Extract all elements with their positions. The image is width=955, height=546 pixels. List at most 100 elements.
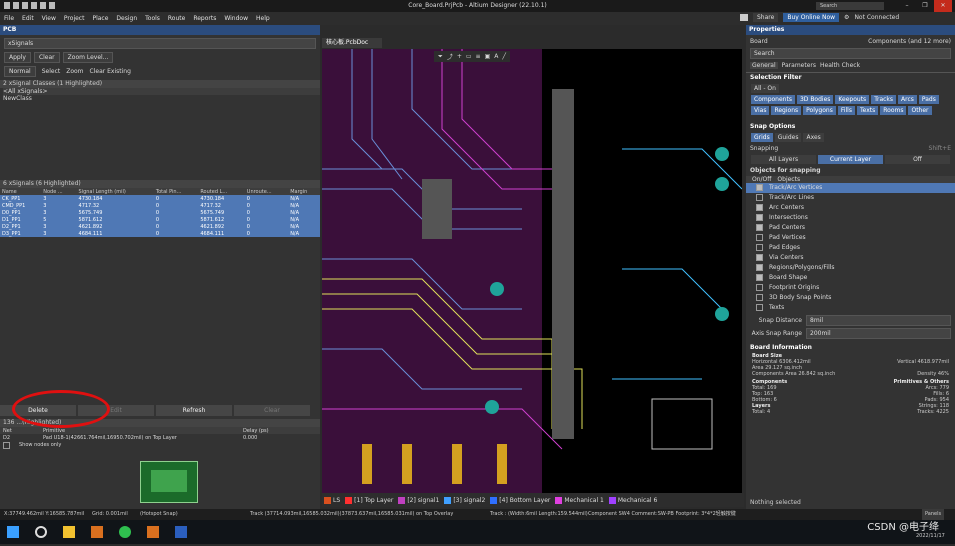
checkbox-icon[interactable] (756, 204, 763, 211)
menu-help[interactable]: Help (256, 15, 270, 22)
layers-total-value[interactable]: 4 (767, 409, 770, 415)
col-routed[interactable]: Routed L... (198, 188, 245, 195)
checkbox-icon[interactable] (756, 214, 763, 221)
filter-chip[interactable]: Regions (771, 106, 802, 115)
col-delay[interactable]: Delay (ps) (243, 428, 269, 434)
clear-existing-checkbox[interactable]: Clear Existing (90, 68, 131, 75)
wechat-icon[interactable] (118, 526, 131, 538)
tab-general[interactable]: General (750, 62, 778, 69)
properties-search-input[interactable]: Search (750, 48, 951, 59)
filter-chip[interactable]: Tracks (871, 95, 897, 104)
snap-object[interactable]: Pad Edges (746, 243, 955, 253)
menu-file[interactable]: File (4, 15, 14, 22)
filter-chip[interactable]: Components (751, 95, 795, 104)
tab-document[interactable]: 核心板.PcbDoc (322, 38, 382, 48)
snap-all-layers[interactable]: All Layers (751, 155, 816, 164)
filter-chip[interactable]: Rooms (880, 106, 907, 115)
add-icon[interactable]: + (457, 53, 462, 60)
notification-icon[interactable] (740, 14, 748, 21)
line-icon[interactable]: ╱ (502, 53, 506, 60)
altium-icon-2[interactable] (146, 526, 159, 538)
snap-tab-axes[interactable]: Axes (803, 133, 824, 142)
snap-object[interactable]: Footprint Origins (746, 283, 955, 293)
filter-chip[interactable]: Polygons (803, 106, 836, 115)
checkbox-icon[interactable] (756, 254, 763, 261)
snap-object[interactable]: Track/Arc Vertices (746, 183, 955, 193)
snap-current-layer[interactable]: Current Layer (818, 155, 883, 164)
col-net[interactable]: Net (0, 428, 43, 434)
table-row[interactable]: D1_PP1 5 5871.612 0 5871.612 0 N/A (0, 216, 320, 223)
snap-object[interactable]: Arc Centers (746, 203, 955, 213)
zoom-level-button[interactable]: Zoom Level... (62, 52, 114, 63)
layer-tab[interactable]: LS (324, 496, 340, 504)
filter-chip[interactable]: Texts (856, 106, 879, 115)
text-icon[interactable]: A (494, 53, 498, 60)
gear-icon[interactable]: ⚙ (844, 14, 849, 21)
menu-tools[interactable]: Tools (145, 15, 160, 22)
axis-snap-input[interactable]: 200mil (806, 328, 951, 339)
maximize-button[interactable]: ❐ (916, 0, 934, 12)
checkbox-icon[interactable] (756, 284, 763, 291)
col-margin[interactable]: Margin (288, 188, 320, 195)
table-row[interactable]: CMD_PP1 3 4717.32 0 4717.32 0 N/A (0, 202, 320, 209)
checkbox-icon[interactable] (756, 294, 763, 301)
align-icon[interactable]: ≡ (476, 53, 481, 60)
snap-object[interactable]: Texts (746, 303, 955, 313)
select-checkbox[interactable]: Select (42, 68, 61, 75)
snap-object[interactable]: Pad Centers (746, 223, 955, 233)
snap-object[interactable]: Intersections (746, 213, 955, 223)
layer-tab[interactable]: [4] Bottom Layer (490, 496, 550, 504)
clear-filter-button[interactable]: Clear (234, 405, 310, 416)
snap-off[interactable]: Off (885, 155, 950, 164)
snap-distance-input[interactable]: 8mil (806, 315, 951, 326)
filter-icon[interactable]: ⏷ (438, 53, 443, 61)
tab-health-check[interactable]: Health Check (820, 62, 860, 69)
class-item[interactable]: NewClass (3, 95, 320, 102)
pcb-canvas[interactable]: ⏷ ⤴ + ▭ ≡ ▣ A ╱ (322, 49, 742, 493)
checkbox-icon[interactable] (3, 441, 10, 449)
checkbox-icon[interactable] (756, 194, 763, 201)
col-primitive[interactable]: Primitive (43, 428, 243, 434)
layer-tab[interactable]: [2] signal1 (398, 496, 439, 504)
close-button[interactable]: ✕ (934, 0, 952, 12)
snap-object[interactable]: Pad Vertices (746, 233, 955, 243)
route-icon[interactable]: ⤴ (447, 52, 453, 61)
show-nodes-only[interactable]: Show nodes only (0, 441, 320, 449)
layer-tab[interactable]: [3] signal2 (444, 496, 485, 504)
menu-place[interactable]: Place (92, 15, 108, 22)
snap-object[interactable]: 3D Body Snap Points (746, 293, 955, 303)
class-item[interactable]: <All xSignals> (3, 88, 320, 95)
mode-dropdown[interactable]: xSignals (4, 38, 316, 49)
snap-object[interactable]: Regions/Polygons/Fills (746, 263, 955, 273)
share-button[interactable]: Share (753, 13, 779, 22)
col-nodes[interactable]: Node ... (41, 188, 77, 195)
menu-reports[interactable]: Reports (193, 15, 216, 22)
select-icon[interactable]: ▭ (466, 53, 472, 60)
col-name[interactable]: Name (0, 188, 42, 195)
layer-tab[interactable]: [1] Top Layer (345, 496, 393, 504)
snap-object[interactable]: Track/Arc Lines (746, 193, 955, 203)
altium-icon[interactable] (90, 526, 103, 538)
primitive-row[interactable]: D2 Pad U18-1(42661.764mil,16950.702mil) … (0, 434, 320, 441)
all-on-button[interactable]: All - On (751, 84, 779, 93)
filter-chip[interactable]: Arcs (898, 95, 917, 104)
menu-design[interactable]: Design (116, 15, 137, 22)
clear-button[interactable]: Clear (33, 52, 60, 63)
checkbox-icon[interactable] (756, 304, 763, 311)
board-thumbnail[interactable] (140, 461, 198, 503)
filter-chip[interactable]: Keepouts (835, 95, 870, 104)
filter-chip[interactable]: Pads (918, 95, 939, 104)
menu-edit[interactable]: Edit (22, 15, 34, 22)
windows-start-icon[interactable] (7, 526, 19, 538)
col-signal-length[interactable]: Signal Length (mil) (76, 188, 154, 195)
title-search-input[interactable]: Search (816, 2, 884, 10)
col-unrouted[interactable]: Unroute... (244, 188, 289, 195)
word-icon[interactable] (174, 526, 187, 538)
filter-chip[interactable]: Fills (837, 106, 855, 115)
checkbox-icon[interactable] (756, 184, 763, 191)
refresh-button[interactable]: Refresh (156, 405, 232, 416)
menu-project[interactable]: Project (64, 15, 85, 22)
checkbox-icon[interactable] (756, 264, 763, 271)
layer-tab[interactable]: Mechanical 1 (555, 496, 604, 504)
checkbox-icon[interactable] (756, 224, 763, 231)
